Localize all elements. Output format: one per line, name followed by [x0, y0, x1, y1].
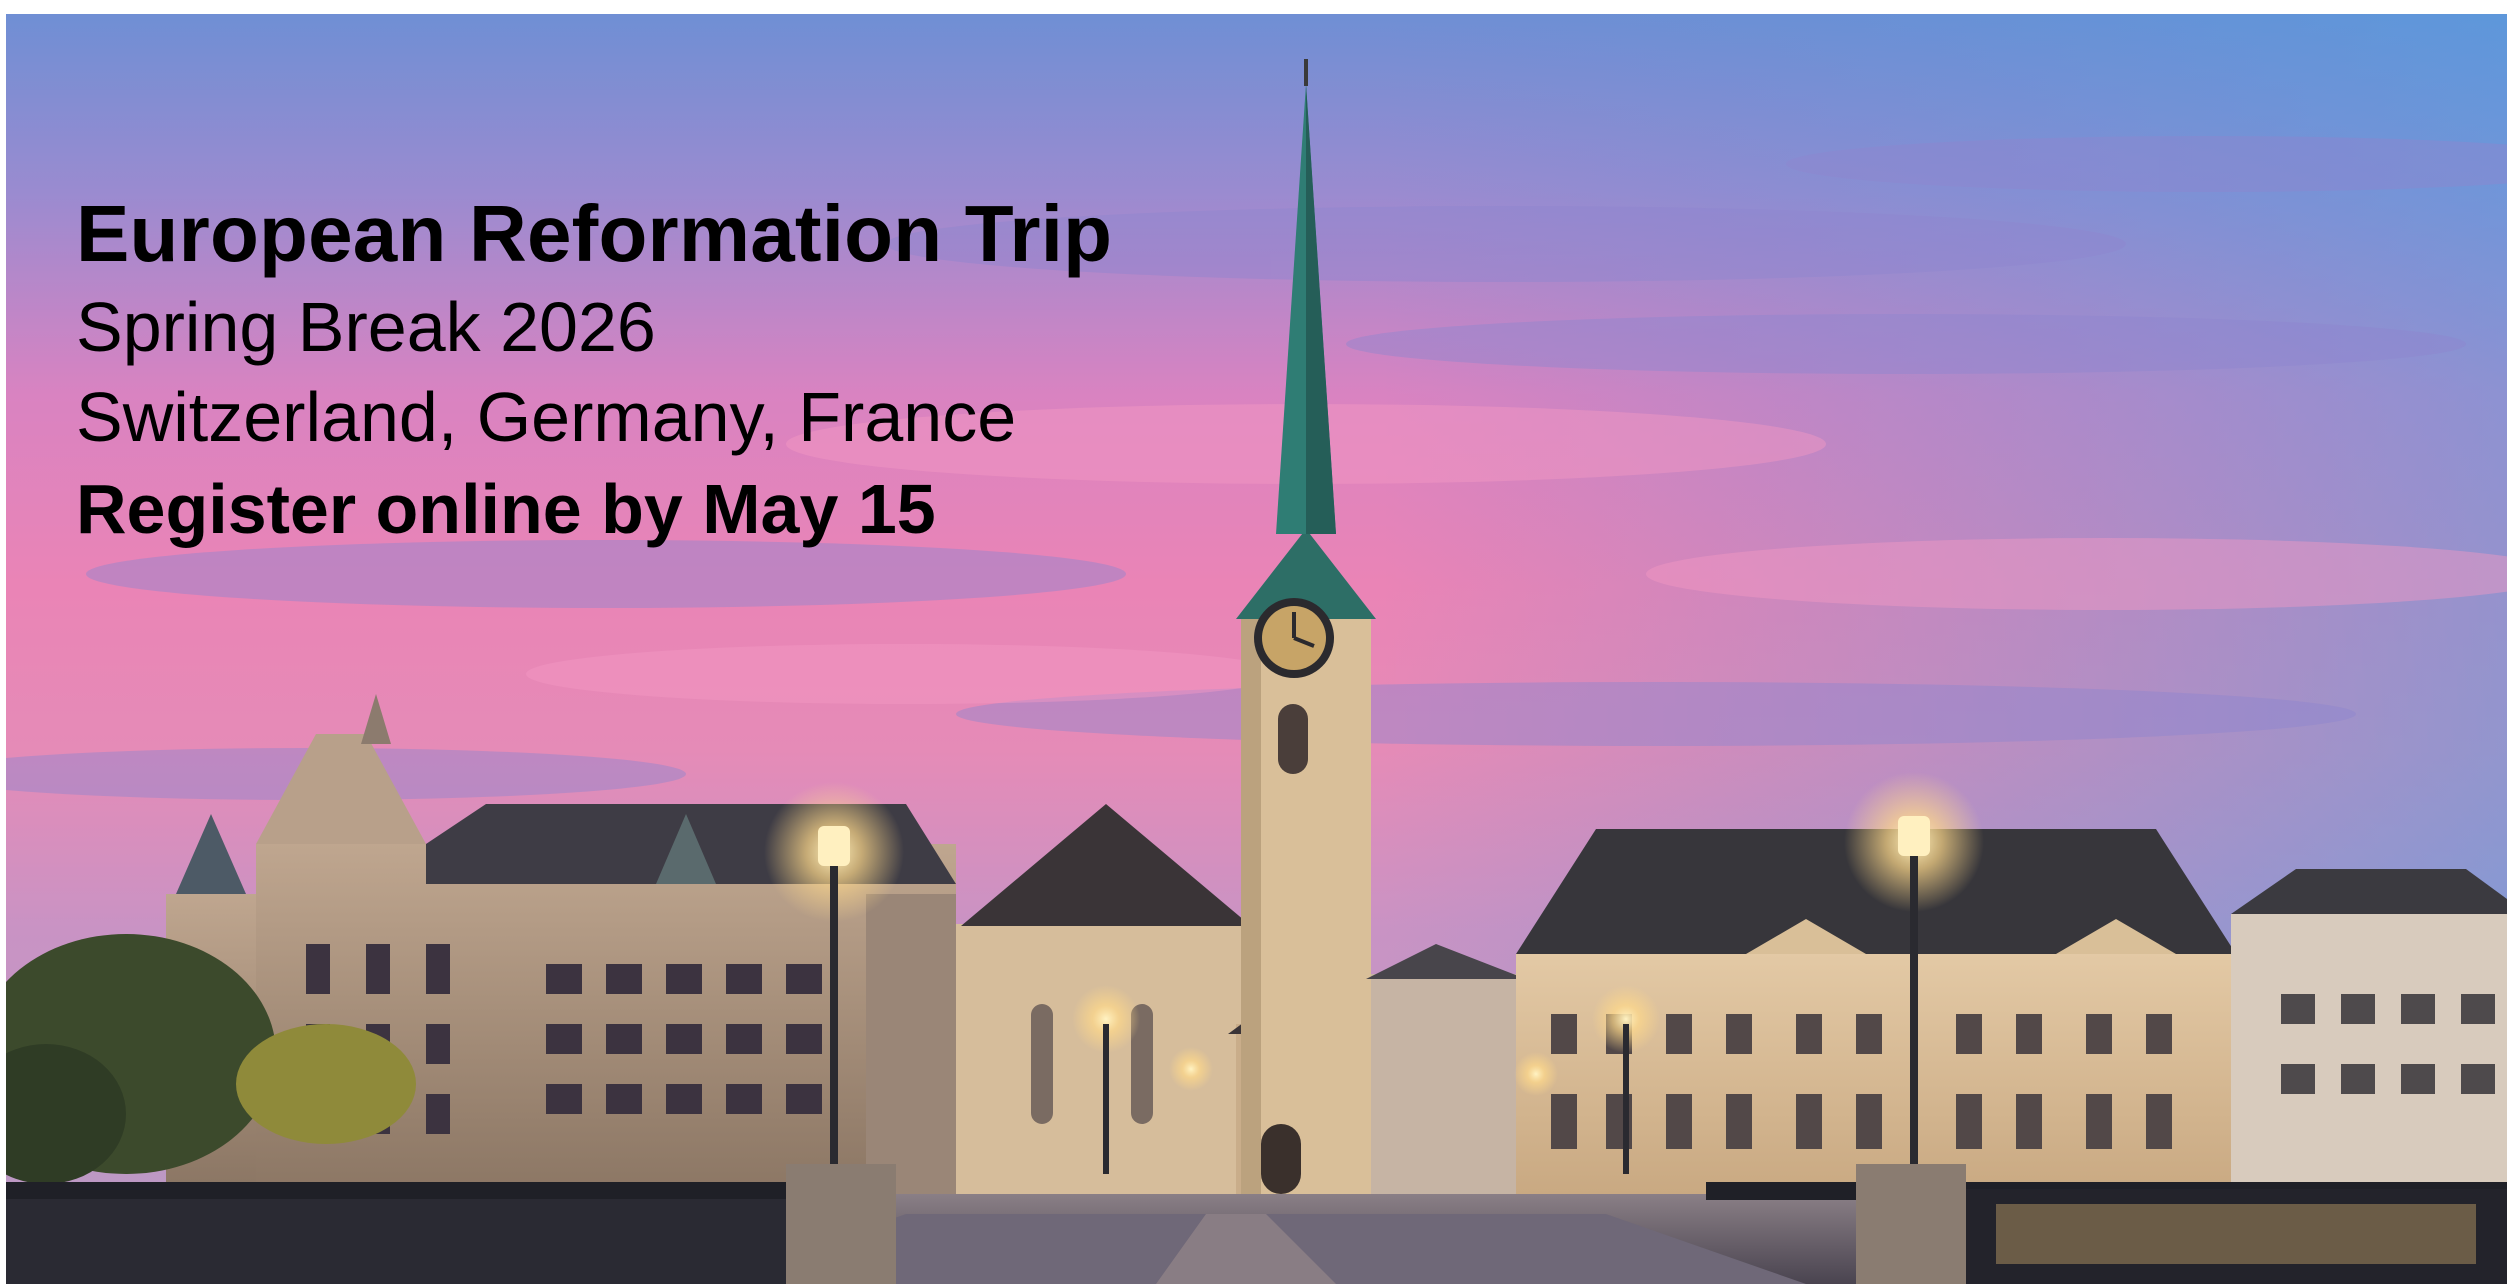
middle-houses — [1366, 944, 1526, 1194]
trip-title: European Reformation Trip — [76, 189, 1113, 278]
registration-deadline: Register online by May 15 — [76, 470, 936, 548]
far-right-house — [2231, 869, 2507, 1194]
trip-dates: Spring Break 2026 — [76, 288, 656, 366]
flyer-text-block: European Reformation Trip Spring Break 2… — [76, 186, 1112, 556]
trip-countries: Switzerland, Germany, France — [76, 378, 1017, 456]
